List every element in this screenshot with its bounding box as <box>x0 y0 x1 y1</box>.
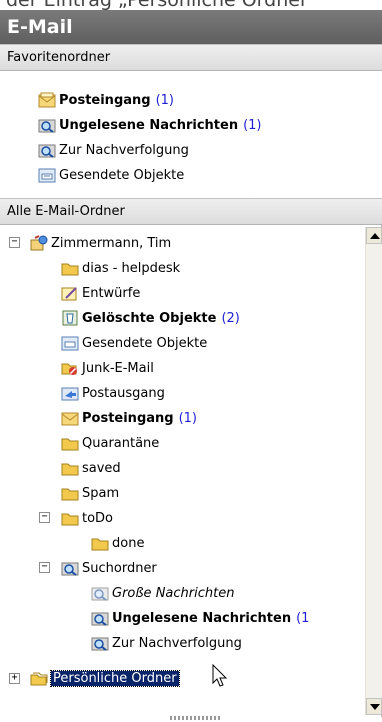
mailbox-root[interactable]: Zimmermann, Tim <box>30 231 171 255</box>
folder-inbox[interactable]: Posteingang (1) <box>61 406 197 430</box>
folder-label: Postausgang <box>82 385 165 401</box>
folder-deleted-items[interactable]: Gelöschte Objekte (2) <box>61 306 240 330</box>
folder-icon <box>61 260 79 276</box>
personal-folders-icon <box>30 670 48 686</box>
folder-label: Suchordner <box>82 560 157 576</box>
search-folder-icon <box>61 560 79 576</box>
folder-search-folders[interactable]: Suchordner <box>61 556 157 580</box>
favorites-list: Posteingang (1) Ungelesene Nachrichten (1)… <box>0 72 382 198</box>
folder-label: dias - helpdesk <box>82 260 181 276</box>
all-folders-header[interactable]: Alle E-Mail-Ordner <box>0 198 382 225</box>
favorite-unread-count: (1) <box>243 117 262 133</box>
folder-icon <box>61 435 79 451</box>
folder-label: Spam <box>82 485 120 501</box>
arrow-down-icon <box>370 704 380 710</box>
trash-icon <box>61 310 79 326</box>
search-folder-icon <box>38 117 56 133</box>
collapse-todo-button[interactable]: − <box>39 512 50 523</box>
folder-count: (1 <box>296 610 310 626</box>
arrow-up-icon <box>370 233 380 239</box>
folder-label: Zur Nachverfolgung <box>112 635 242 651</box>
folder-icon <box>61 510 79 526</box>
folder-label: Quarantäne <box>82 435 160 451</box>
folder-label: Junk-E-Mail <box>82 360 154 376</box>
mailbox-icon <box>30 235 48 251</box>
folder-icon <box>91 535 109 551</box>
search-folder-icon <box>38 142 56 158</box>
mailbox-root-label: Zimmermann, Tim <box>51 235 172 251</box>
search-folder-icon <box>91 610 109 626</box>
favorite-unread-label: Ungelesene Nachrichten <box>59 117 239 133</box>
folder-label: done <box>112 535 145 551</box>
folder-icon <box>61 485 79 501</box>
favorite-unread[interactable]: Ungelesene Nachrichten (1) <box>38 113 262 137</box>
panel-title: E-Mail <box>0 10 382 44</box>
folder-done[interactable]: done <box>91 531 144 555</box>
folder-saved[interactable]: saved <box>61 456 121 480</box>
drafts-icon <box>61 285 79 301</box>
favorite-inbox[interactable]: Posteingang (1) <box>38 88 174 112</box>
folder-label: Posteingang <box>82 410 174 426</box>
folder-junk[interactable]: Junk-E-Mail <box>61 356 154 380</box>
favorite-sent[interactable]: Gesendete Objekte <box>38 163 184 187</box>
folder-label: Entwürfe <box>82 285 141 301</box>
favorite-followup[interactable]: Zur Nachverfolgung <box>38 138 189 162</box>
folder-spam[interactable]: Spam <box>61 481 119 505</box>
search-folder-icon <box>91 585 109 601</box>
folder-unread-messages[interactable]: Ungelesene Nachrichten (1 <box>91 606 309 630</box>
collapse-search-folders-button[interactable]: − <box>39 562 50 573</box>
favorite-inbox-count: (1) <box>155 92 174 108</box>
folder-follow-up[interactable]: Zur Nachverfolgung <box>91 631 242 655</box>
folder-sent-items[interactable]: Gesendete Objekte <box>61 331 207 355</box>
expand-personal-folders-button[interactable]: + <box>9 673 20 684</box>
personal-folders-label: Persönliche Ordner <box>50 669 180 687</box>
folder-large-messages[interactable]: Große Nachrichten <box>91 581 234 605</box>
folder-tree-scrollbar[interactable] <box>365 227 382 715</box>
folder-label: saved <box>82 460 121 476</box>
sent-items-icon <box>38 167 56 183</box>
folder-label: Große Nachrichten <box>112 585 235 601</box>
favorites-header[interactable]: Favoritenordner <box>0 44 382 71</box>
favorite-followup-label: Zur Nachverfolgung <box>59 142 189 158</box>
folder-quarantine[interactable]: Quarantäne <box>61 431 159 455</box>
folder-todo[interactable]: toDo <box>61 506 113 530</box>
folder-dias-helpdesk[interactable]: dias - helpdesk <box>61 256 180 280</box>
mouse-pointer-icon <box>212 663 228 692</box>
folder-tree: − Zimmermann, Tim dias - helpdesk Entwür… <box>0 225 382 717</box>
folder-count: (1) <box>178 410 197 426</box>
personal-folders[interactable]: Persönliche Ordner <box>30 666 180 690</box>
folder-label: toDo <box>82 510 114 526</box>
junk-mail-icon <box>61 360 79 376</box>
folder-label: Gelöschte Objekte <box>82 310 217 326</box>
folder-outbox[interactable]: Postausgang <box>61 381 165 405</box>
folder-count: (2) <box>221 310 240 326</box>
folder-label: Ungelesene Nachrichten <box>112 610 292 626</box>
folder-label: Gesendete Objekte <box>82 335 208 351</box>
favorite-sent-label: Gesendete Objekte <box>59 167 185 183</box>
folder-icon <box>61 460 79 476</box>
outbox-icon <box>61 385 79 401</box>
inbox-icon <box>38 92 56 108</box>
inbox-icon <box>61 410 79 426</box>
favorite-inbox-label: Posteingang <box>59 92 151 108</box>
search-folder-icon <box>91 635 109 651</box>
collapse-root-button[interactable]: − <box>9 237 20 248</box>
scroll-down-button[interactable] <box>366 698 382 715</box>
folder-drafts[interactable]: Entwürfe <box>61 281 140 305</box>
sent-items-icon <box>61 335 79 351</box>
scroll-up-button[interactable] <box>366 227 382 244</box>
resize-grip[interactable] <box>170 716 222 720</box>
